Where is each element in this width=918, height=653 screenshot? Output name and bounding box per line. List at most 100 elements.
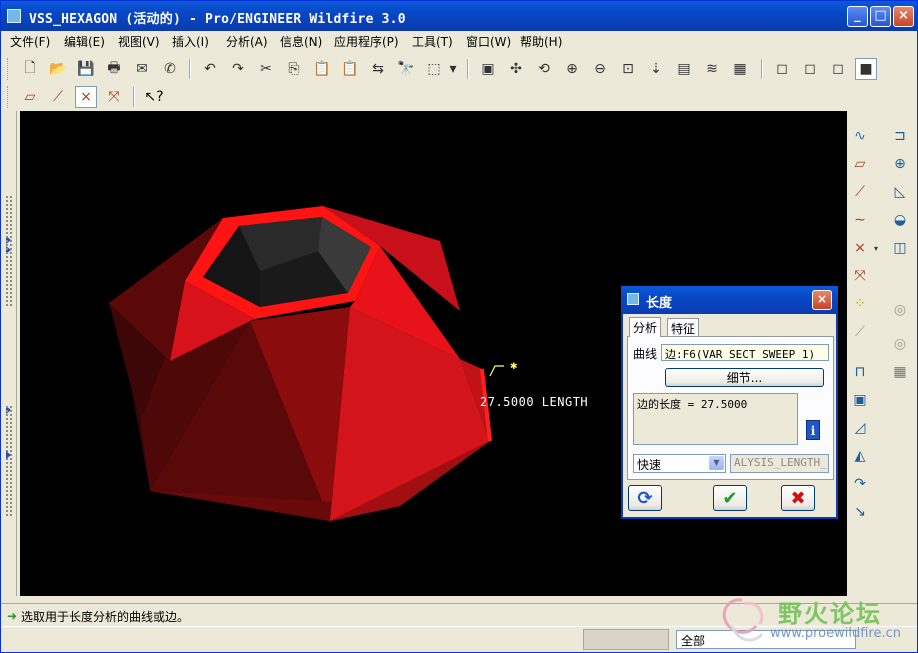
analysis-icon[interactable]: ⁘: [849, 293, 871, 315]
plane-icon[interactable]: ▱: [849, 153, 871, 175]
info-icon[interactable]: i: [806, 420, 820, 440]
measure-icon[interactable]: ⟋: [849, 321, 871, 343]
menu-analysis[interactable]: 分析(A): [226, 33, 268, 50]
chevron-down-icon[interactable]: ▼: [709, 456, 724, 470]
maximize-button[interactable]: □: [870, 6, 891, 27]
left-dock-strip[interactable]: [3, 111, 17, 596]
redo-icon[interactable]: ↷: [227, 58, 249, 80]
revolve-icon[interactable]: ⊕: [889, 153, 911, 175]
repaint-icon[interactable]: ▣: [477, 58, 499, 80]
model-tree-icon[interactable]: ▦: [729, 58, 751, 80]
datum-plane-display-icon[interactable]: ▱: [19, 86, 41, 108]
mode-select[interactable]: 快速 ▼: [633, 454, 726, 473]
datum-point-display-icon[interactable]: ×: [75, 86, 97, 108]
sweep-icon[interactable]: ◺: [889, 181, 911, 203]
extrude-icon[interactable]: ⊓: [849, 361, 871, 383]
watermark-url: www.proewildfire.cn: [770, 626, 901, 641]
analysis-name-field[interactable]: ALYSIS_LENGTH_1: [730, 454, 829, 473]
zoom-out-icon[interactable]: ⊖: [589, 58, 611, 80]
menu-file[interactable]: 文件(F): [10, 33, 50, 50]
paste-icon[interactable]: 📋: [311, 58, 333, 80]
no-hidden-icon[interactable]: ◻: [827, 58, 849, 80]
spin-center-icon[interactable]: ✣: [505, 58, 527, 80]
menu-window[interactable]: 窗口(W): [466, 33, 511, 50]
hidden-line-icon[interactable]: ◻: [799, 58, 821, 80]
repeat-icon: ⟳: [637, 487, 653, 509]
tab-feature[interactable]: 特征: [667, 318, 700, 336]
open-icon[interactable]: 📂: [47, 58, 69, 80]
regenerate-icon[interactable]: ⇆: [367, 58, 389, 80]
watermark-text: 野火论坛: [778, 600, 882, 628]
layers-icon[interactable]: ≋: [701, 58, 723, 80]
menu-insert[interactable]: 插入(I): [172, 33, 209, 50]
point-icon[interactable]: ×: [849, 237, 871, 259]
draft-icon[interactable]: ◿: [849, 417, 871, 439]
cancel-button[interactable]: ✖: [781, 485, 815, 511]
toolbar-grip[interactable]: [7, 58, 10, 80]
axis-icon[interactable]: ⟋: [849, 181, 871, 203]
new-icon[interactable]: 🗋: [19, 58, 41, 80]
sketch-icon[interactable]: ∿: [849, 125, 871, 147]
hole-icon[interactable]: ⊐: [889, 125, 911, 147]
cut-icon[interactable]: ✂: [255, 58, 277, 80]
repeat-button[interactable]: ⟳: [628, 485, 662, 511]
dialog-title: 长度: [646, 296, 673, 311]
shading-icon[interactable]: ■: [855, 58, 877, 80]
dialog-close-button[interactable]: ×: [812, 290, 832, 310]
coordinate-system-icon[interactable]: ⤧: [849, 265, 871, 287]
menu-view[interactable]: 视图(V): [118, 33, 160, 50]
blend-icon[interactable]: ◒: [889, 209, 911, 231]
minimize-button[interactable]: _: [847, 6, 868, 27]
mode-select-value: 快速: [637, 458, 662, 472]
search-icon[interactable]: 🔭: [395, 58, 417, 80]
zoom-in-icon[interactable]: ⊕: [561, 58, 583, 80]
menu-tools[interactable]: 工具(T): [412, 33, 453, 50]
orient-icon[interactable]: ⟲: [533, 58, 555, 80]
tab-analysis[interactable]: 分析: [629, 317, 662, 337]
reorient-icon[interactable]: ⇣: [645, 58, 667, 80]
select-box-dropdown-icon[interactable]: ▾: [447, 58, 459, 80]
status-pane: [583, 629, 669, 650]
toolbar-grip[interactable]: [7, 86, 10, 108]
shell-feature-icon[interactable]: ▣: [849, 389, 871, 411]
trim-icon[interactable]: ↘: [849, 501, 871, 523]
refit-icon[interactable]: ⊡: [617, 58, 639, 80]
curve-label: 曲线: [633, 347, 658, 361]
title-bar[interactable]: VSS_HEXAGON (活动的) - Pro/ENGINEER Wildfir…: [1, 1, 917, 31]
email-icon[interactable]: ✆: [159, 58, 181, 80]
dialog-icon: [627, 293, 639, 305]
view-manager-icon[interactable]: ▤: [673, 58, 695, 80]
menu-info[interactable]: 信息(N): [280, 33, 322, 50]
save-icon[interactable]: 💾: [75, 58, 97, 80]
context-help-icon[interactable]: ↖?: [143, 86, 165, 108]
point-dropdown-icon[interactable]: ▾: [871, 237, 881, 259]
close-button[interactable]: ×: [893, 6, 914, 27]
round-icon[interactable]: ◭: [849, 445, 871, 467]
send-icon[interactable]: ✉: [131, 58, 153, 80]
curve-selection-field[interactable]: 边:F6(VAR_SECT_SWEEP_1): [661, 344, 829, 361]
undo-icon[interactable]: ↶: [199, 58, 221, 80]
menu-help[interactable]: 帮助(H): [520, 33, 562, 50]
close-icon: ✖: [790, 487, 806, 509]
dialog-title-bar[interactable]: 长度 ×: [621, 286, 838, 314]
variable-sweep-icon[interactable]: ◫: [889, 237, 911, 259]
dock-grip: [6, 406, 12, 516]
details-button[interactable]: 细节...: [665, 368, 824, 387]
curve-icon[interactable]: ∼: [849, 209, 871, 231]
menu-edit[interactable]: 编辑(E): [64, 33, 105, 50]
copy-icon[interactable]: ⎘: [283, 58, 305, 80]
datum-toolbar: ▱ ⟋ × ⤧ ↖?: [1, 83, 917, 111]
select-box-icon[interactable]: ⬚: [423, 58, 445, 80]
print-icon[interactable]: 🖶: [103, 58, 125, 80]
datum-axis-display-icon[interactable]: ⟋: [47, 86, 69, 108]
wireframe-icon[interactable]: ◻: [771, 58, 793, 80]
chamfer-icon[interactable]: ↷: [849, 473, 871, 495]
expand-arrow-icon[interactable]: [6, 451, 11, 459]
menu-applications[interactable]: 应用程序(P): [334, 33, 399, 50]
rib-icon[interactable]: ◎: [889, 333, 911, 355]
coordinate-system-display-icon[interactable]: ⤧: [103, 86, 125, 108]
pattern-icon[interactable]: ▦: [889, 361, 911, 383]
ok-button[interactable]: ✔: [713, 485, 747, 511]
shell-icon[interactable]: ◎: [889, 299, 911, 321]
paste-special-icon[interactable]: 📋: [339, 58, 361, 80]
